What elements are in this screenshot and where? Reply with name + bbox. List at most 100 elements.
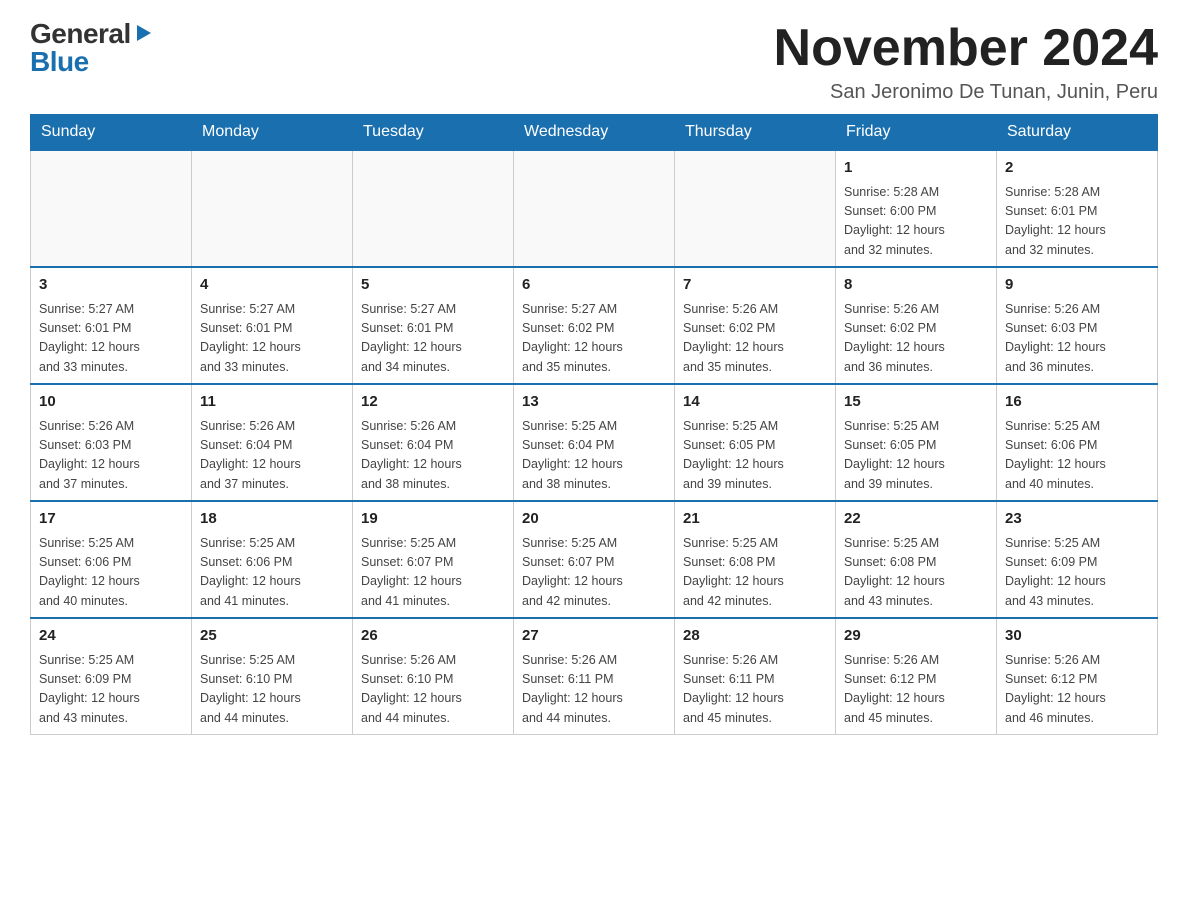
- calendar-cell: [675, 150, 836, 267]
- day-number: 9: [1005, 274, 1149, 297]
- day-number: 3: [39, 274, 183, 297]
- day-info: Sunrise: 5:28 AMSunset: 6:01 PMDaylight:…: [1005, 183, 1149, 261]
- day-info: Sunrise: 5:25 AMSunset: 6:08 PMDaylight:…: [683, 534, 827, 612]
- day-info: Sunrise: 5:26 AMSunset: 6:03 PMDaylight:…: [1005, 300, 1149, 378]
- logo-general-text: General: [30, 20, 131, 48]
- day-number: 23: [1005, 508, 1149, 531]
- calendar-cell: 10Sunrise: 5:26 AMSunset: 6:03 PMDayligh…: [31, 384, 192, 501]
- calendar-cell: 8 Sunrise: 5:26 AMSunset: 6:02 PMDaylight…: [836, 267, 997, 384]
- month-title: November 2024: [774, 20, 1158, 77]
- day-info: Sunrise: 5:26 AMSunset: 6:04 PMDaylight:…: [200, 417, 344, 495]
- day-info: Sunrise: 5:26 AMSunset: 6:11 PMDaylight:…: [683, 651, 827, 729]
- calendar-cell: 19Sunrise: 5:25 AMSunset: 6:07 PMDayligh…: [353, 501, 514, 618]
- day-info: Sunrise: 5:25 AMSunset: 6:10 PMDaylight:…: [200, 651, 344, 729]
- calendar-cell: 6Sunrise: 5:27 AMSunset: 6:02 PMDaylight…: [514, 267, 675, 384]
- calendar-cell: 27 Sunrise: 5:26 AMSunset: 6:11 PMDayligh…: [514, 618, 675, 735]
- day-number: 13: [522, 391, 666, 414]
- calendar-cell: 17 Sunrise: 5:25 AMSunset: 6:06 PMDayligh…: [31, 501, 192, 618]
- day-number: 18: [200, 508, 344, 531]
- calendar-cell: 2 Sunrise: 5:28 AMSunset: 6:01 PMDaylight…: [997, 150, 1158, 267]
- day-info: Sunrise: 5:25 AMSunset: 6:05 PMDaylight:…: [683, 417, 827, 495]
- day-info: Sunrise: 5:26 AMSunset: 6:11 PMDaylight:…: [522, 651, 666, 729]
- calendar-week-row: 10Sunrise: 5:26 AMSunset: 6:03 PMDayligh…: [31, 384, 1158, 501]
- calendar-cell: 20 Sunrise: 5:25 AMSunset: 6:07 PMDayligh…: [514, 501, 675, 618]
- calendar-cell: 13 Sunrise: 5:25 AMSunset: 6:04 PMDayligh…: [514, 384, 675, 501]
- calendar-cell: [192, 150, 353, 267]
- day-info: Sunrise: 5:25 AMSunset: 6:05 PMDaylight:…: [844, 417, 988, 495]
- calendar-week-row: 3 Sunrise: 5:27 AMSunset: 6:01 PMDaylight…: [31, 267, 1158, 384]
- calendar-cell: 21 Sunrise: 5:25 AMSunset: 6:08 PMDayligh…: [675, 501, 836, 618]
- day-number: 19: [361, 508, 505, 531]
- location-subtitle: San Jeronimo De Tunan, Junin, Peru: [774, 81, 1158, 104]
- day-number: 17: [39, 508, 183, 531]
- day-number: 4: [200, 274, 344, 297]
- logo-arrow-icon: [135, 23, 153, 43]
- calendar-table: SundayMondayTuesdayWednesdayThursdayFrid…: [30, 114, 1158, 735]
- day-number: 27: [522, 625, 666, 648]
- day-number: 20: [522, 508, 666, 531]
- day-info: Sunrise: 5:26 AMSunset: 6:02 PMDaylight:…: [683, 300, 827, 378]
- calendar-cell: 18 Sunrise: 5:25 AMSunset: 6:06 PMDayligh…: [192, 501, 353, 618]
- day-number: 8: [844, 274, 988, 297]
- day-number: 25: [200, 625, 344, 648]
- calendar-header-row: SundayMondayTuesdayWednesdayThursdayFrid…: [31, 115, 1158, 151]
- calendar-cell: 14 Sunrise: 5:25 AMSunset: 6:05 PMDayligh…: [675, 384, 836, 501]
- logo-blue-text: Blue: [30, 48, 153, 76]
- day-number: 22: [844, 508, 988, 531]
- calendar-cell: 5 Sunrise: 5:27 AMSunset: 6:01 PMDaylight…: [353, 267, 514, 384]
- calendar-cell: 4 Sunrise: 5:27 AMSunset: 6:01 PMDaylight…: [192, 267, 353, 384]
- calendar-cell: 3Sunrise: 5:27 AMSunset: 6:01 PMDaylight…: [31, 267, 192, 384]
- day-number: 2: [1005, 157, 1149, 180]
- calendar-cell: [353, 150, 514, 267]
- calendar-week-row: 24Sunrise: 5:25 AMSunset: 6:09 PMDayligh…: [31, 618, 1158, 735]
- day-info: Sunrise: 5:25 AMSunset: 6:09 PMDaylight:…: [1005, 534, 1149, 612]
- page-header: General Blue November 2024 San Jeronimo …: [30, 20, 1158, 104]
- day-number: 29: [844, 625, 988, 648]
- day-number: 14: [683, 391, 827, 414]
- calendar-cell: 12Sunrise: 5:26 AMSunset: 6:04 PMDayligh…: [353, 384, 514, 501]
- title-block: November 2024 San Jeronimo De Tunan, Jun…: [774, 20, 1158, 104]
- calendar-cell: 1 Sunrise: 5:28 AMSunset: 6:00 PMDaylight…: [836, 150, 997, 267]
- day-number: 16: [1005, 391, 1149, 414]
- calendar-cell: [514, 150, 675, 267]
- day-info: Sunrise: 5:25 AMSunset: 6:07 PMDaylight:…: [522, 534, 666, 612]
- calendar-header-sunday: Sunday: [31, 115, 192, 151]
- day-info: Sunrise: 5:26 AMSunset: 6:12 PMDaylight:…: [844, 651, 988, 729]
- day-info: Sunrise: 5:26 AMSunset: 6:12 PMDaylight:…: [1005, 651, 1149, 729]
- day-info: Sunrise: 5:27 AMSunset: 6:01 PMDaylight:…: [361, 300, 505, 378]
- day-number: 21: [683, 508, 827, 531]
- calendar-cell: 29 Sunrise: 5:26 AMSunset: 6:12 PMDayligh…: [836, 618, 997, 735]
- calendar-header-wednesday: Wednesday: [514, 115, 675, 151]
- day-info: Sunrise: 5:25 AMSunset: 6:04 PMDaylight:…: [522, 417, 666, 495]
- calendar-cell: 23 Sunrise: 5:25 AMSunset: 6:09 PMDayligh…: [997, 501, 1158, 618]
- day-number: 26: [361, 625, 505, 648]
- day-info: Sunrise: 5:26 AMSunset: 6:04 PMDaylight:…: [361, 417, 505, 495]
- calendar-header-friday: Friday: [836, 115, 997, 151]
- day-number: 7: [683, 274, 827, 297]
- day-info: Sunrise: 5:25 AMSunset: 6:06 PMDaylight:…: [200, 534, 344, 612]
- calendar-week-row: 17 Sunrise: 5:25 AMSunset: 6:06 PMDayligh…: [31, 501, 1158, 618]
- calendar-cell: [31, 150, 192, 267]
- day-number: 15: [844, 391, 988, 414]
- calendar-cell: 30Sunrise: 5:26 AMSunset: 6:12 PMDayligh…: [997, 618, 1158, 735]
- calendar-week-row: 1 Sunrise: 5:28 AMSunset: 6:00 PMDaylight…: [31, 150, 1158, 267]
- day-number: 28: [683, 625, 827, 648]
- day-info: Sunrise: 5:25 AMSunset: 6:06 PMDaylight:…: [1005, 417, 1149, 495]
- day-info: Sunrise: 5:25 AMSunset: 6:06 PMDaylight:…: [39, 534, 183, 612]
- calendar-cell: 11 Sunrise: 5:26 AMSunset: 6:04 PMDayligh…: [192, 384, 353, 501]
- day-info: Sunrise: 5:27 AMSunset: 6:02 PMDaylight:…: [522, 300, 666, 378]
- day-number: 11: [200, 391, 344, 414]
- calendar-header-tuesday: Tuesday: [353, 115, 514, 151]
- day-info: Sunrise: 5:28 AMSunset: 6:00 PMDaylight:…: [844, 183, 988, 261]
- day-number: 5: [361, 274, 505, 297]
- day-info: Sunrise: 5:27 AMSunset: 6:01 PMDaylight:…: [200, 300, 344, 378]
- day-info: Sunrise: 5:25 AMSunset: 6:08 PMDaylight:…: [844, 534, 988, 612]
- calendar-cell: 16 Sunrise: 5:25 AMSunset: 6:06 PMDayligh…: [997, 384, 1158, 501]
- day-info: Sunrise: 5:26 AMSunset: 6:03 PMDaylight:…: [39, 417, 183, 495]
- day-number: 1: [844, 157, 988, 180]
- calendar-cell: 9 Sunrise: 5:26 AMSunset: 6:03 PMDaylight…: [997, 267, 1158, 384]
- calendar-header-monday: Monday: [192, 115, 353, 151]
- day-info: Sunrise: 5:25 AMSunset: 6:09 PMDaylight:…: [39, 651, 183, 729]
- calendar-cell: 7 Sunrise: 5:26 AMSunset: 6:02 PMDaylight…: [675, 267, 836, 384]
- day-info: Sunrise: 5:26 AMSunset: 6:02 PMDaylight:…: [844, 300, 988, 378]
